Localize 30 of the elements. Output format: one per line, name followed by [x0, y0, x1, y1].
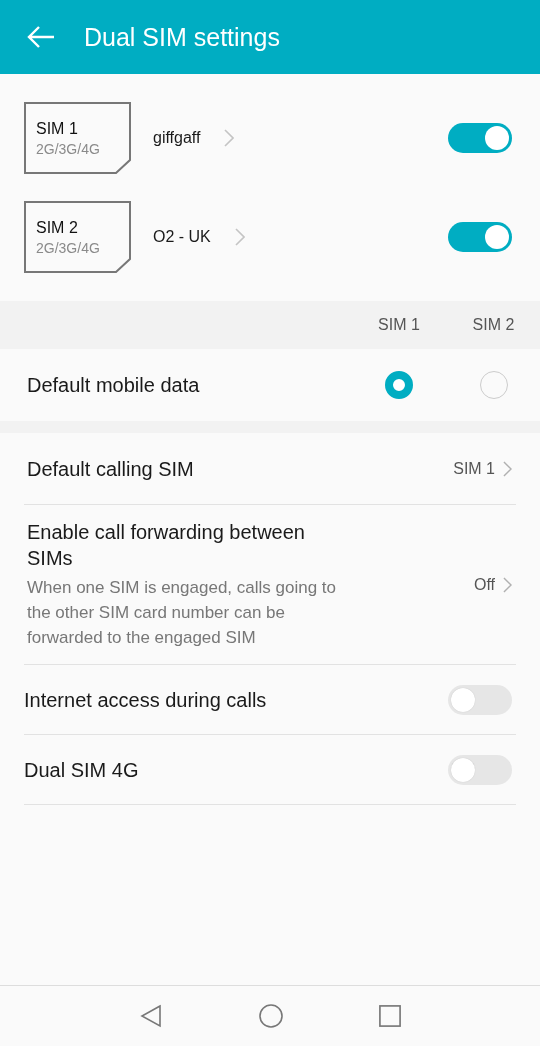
chevron-icon[interactable]	[224, 129, 235, 147]
setting-value[interactable]: Off	[473, 575, 495, 594]
home-icon[interactable]	[259, 1004, 283, 1028]
radio-button[interactable]	[385, 371, 413, 399]
chevron-icon[interactable]	[503, 576, 512, 593]
sim-label: SIM 1	[36, 119, 79, 138]
back-icon[interactable]	[27, 25, 55, 49]
back-icon[interactable]	[139, 1004, 163, 1028]
setting-label: Default mobile data	[27, 373, 201, 397]
column-header: SIM 1	[377, 316, 421, 334]
toggle-switch[interactable]	[448, 684, 512, 715]
column-header: SIM 2	[471, 316, 516, 334]
recents-icon[interactable]	[379, 1005, 401, 1027]
setting-label[interactable]: Enable call forwarding between SIMs	[27, 519, 352, 571]
chevron-icon[interactable]	[503, 460, 512, 477]
setting-description: When one SIM is engaged, calls going to the other SIM card number can be forwarded to the engaged SIM	[27, 577, 338, 649]
screen-title: Dual SIM settings	[84, 22, 280, 52]
chevron-icon[interactable]	[234, 228, 245, 246]
toggle-switch[interactable]	[448, 754, 512, 785]
carrier-link[interactable]: O2 - UK	[153, 228, 211, 246]
sim-networks: 2G/3G/4G	[36, 140, 101, 157]
toggle-switch[interactable]	[448, 123, 512, 153]
setting-value[interactable]: SIM 1	[453, 459, 495, 478]
toggle-switch[interactable]	[448, 222, 512, 252]
setting-label[interactable]: Dual SIM 4G	[24, 756, 349, 783]
sim-networks: 2G/3G/4G	[36, 239, 101, 256]
setting-label[interactable]: Internet access during calls	[24, 686, 349, 713]
setting-label[interactable]: Default calling SIM	[27, 455, 352, 482]
carrier-link[interactable]: giffgaff	[153, 129, 201, 147]
sim-label: SIM 2	[36, 218, 79, 237]
